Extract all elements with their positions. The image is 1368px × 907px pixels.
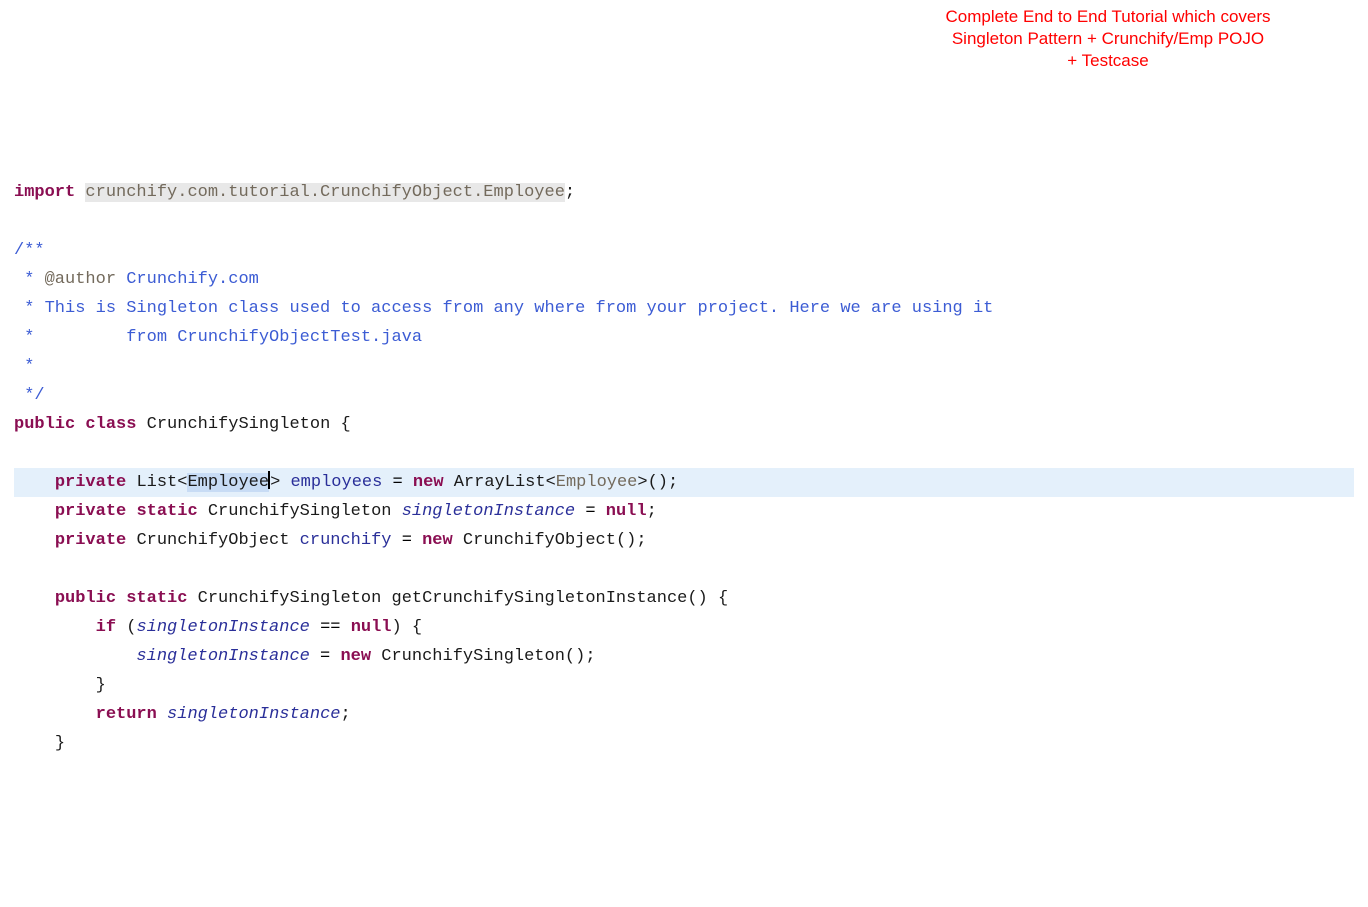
javadoc-end: */ [14,386,45,405]
keyword-static: static [136,502,197,521]
constructor: CrunchifySingleton [381,647,565,666]
type-employee-highlighted: Employee [187,473,269,492]
keyword-new: new [340,647,371,666]
callout-line-3: + Testcase [1067,51,1148,70]
type: CrunchifySingleton [208,502,392,521]
field-line: private CrunchifyObject crunchify = new … [14,531,647,550]
type: CrunchifyObject [136,531,289,550]
assignment: singletonInstance = new CrunchifySinglet… [14,647,596,666]
keyword-public: public [55,589,116,608]
var-singletoninstance: singletonInstance [167,705,340,724]
keyword-null: null [351,618,392,637]
keyword-null: null [606,502,647,521]
callout-line-1: Complete End to End Tutorial which cover… [945,7,1270,26]
keyword-public: public [14,415,75,434]
method-name: getCrunchifySingletonInstance [392,589,688,608]
brace-close: } [14,676,106,695]
keyword-if: if [96,618,116,637]
return-statement: return singletonInstance; [14,705,351,724]
field-employees: employees [290,473,382,492]
brace-open: { [340,415,350,434]
field-singletoninstance: singletonInstance [402,502,575,521]
type-employee: Employee [556,473,638,492]
callout-line-2: Singleton Pattern + Crunchify/Emp POJO [952,29,1264,48]
if-statement: if (singletonInstance == null) { [14,618,422,637]
code-editor[interactable]: import crunchify.com.tutorial.CrunchifyO… [0,174,1368,762]
javadoc-line: * from CrunchifyObjectTest.java [14,328,422,347]
class-declaration: public class CrunchifySingleton { [14,415,351,434]
javadoc-line: * This is Singleton class used to access… [14,299,993,318]
method-declaration: public static CrunchifySingleton getCrun… [14,589,728,608]
javadoc-start: /** [14,241,45,260]
brace-close: } [14,734,65,753]
constructor: CrunchifyObject [463,531,616,550]
class-name: CrunchifySingleton [147,415,331,434]
type-arraylist: ArrayList [454,473,546,492]
keyword-new: new [413,473,444,492]
var-singletoninstance: singletonInstance [136,618,309,637]
type-list: List [136,473,177,492]
keyword-private: private [55,502,126,521]
keyword-import: import [14,183,75,202]
highlighted-line: private List<Employee> employees = new A… [14,468,1354,497]
keyword-private: private [55,473,126,492]
javadoc-author: * @author Crunchify.com [14,270,259,289]
import-path: crunchify.com.tutorial.CrunchifyObject.E… [85,183,564,202]
line-1: import crunchify.com.tutorial.CrunchifyO… [14,183,575,202]
semicolon: ; [565,183,575,202]
field-line: private static CrunchifySingleton single… [14,502,657,521]
keyword-private: private [55,531,126,550]
var-singletoninstance: singletonInstance [136,647,309,666]
javadoc-line: * [14,357,34,376]
field-crunchify: crunchify [300,531,392,550]
keyword-return: return [96,705,157,724]
tutorial-callout: Complete End to End Tutorial which cover… [888,6,1328,72]
keyword-class: class [85,415,136,434]
return-type: CrunchifySingleton [198,589,382,608]
keyword-static: static [126,589,187,608]
keyword-new: new [422,531,453,550]
